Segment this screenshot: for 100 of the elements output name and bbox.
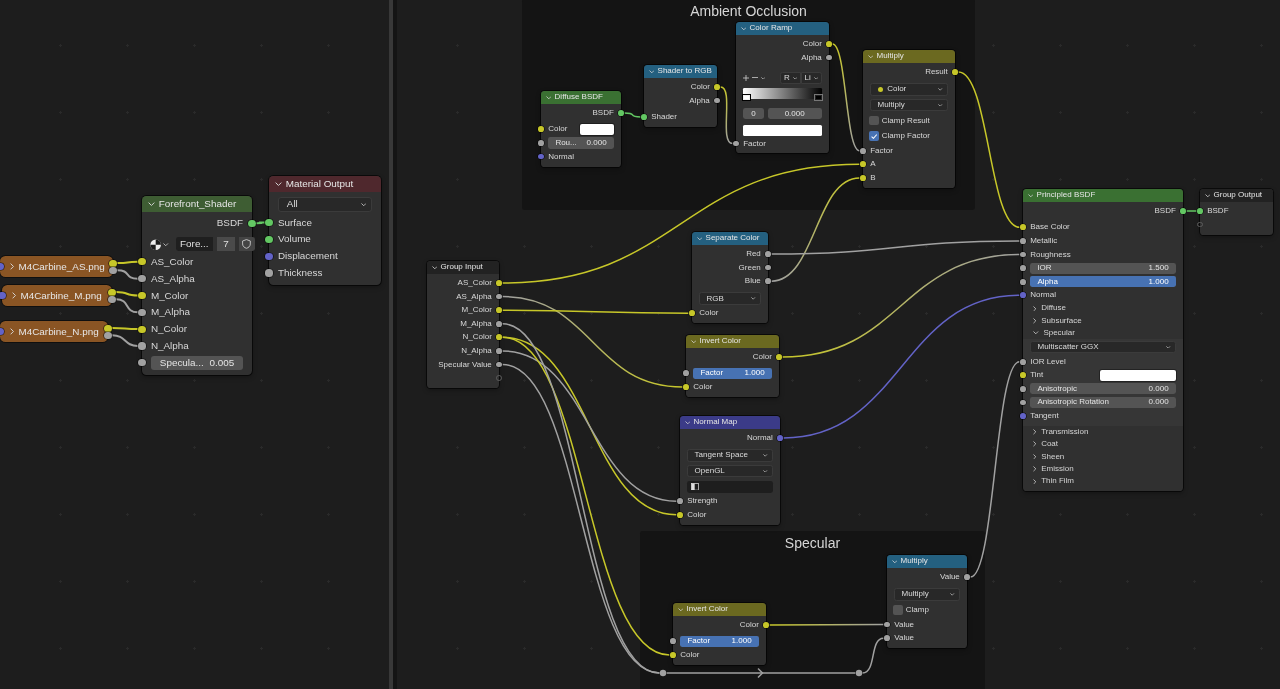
socket-icon[interactable] — [265, 269, 273, 277]
node-header[interactable]: Color Ramp — [736, 22, 829, 35]
socket-icon[interactable] — [714, 84, 720, 90]
color-swatch[interactable] — [743, 124, 822, 136]
chevron-icon[interactable] — [1204, 193, 1211, 198]
chevron-icon[interactable] — [431, 265, 438, 270]
socket-icon[interactable] — [964, 574, 970, 580]
socket-icon[interactable] — [1197, 208, 1203, 214]
dropdown[interactable]: OpenGL — [687, 464, 773, 478]
panel-toggle[interactable]: Transmission — [1030, 427, 1089, 436]
node-header[interactable]: Normal Map — [680, 416, 780, 429]
socket-icon[interactable] — [538, 140, 544, 146]
name-field[interactable]: Fore... — [175, 237, 214, 252]
slider-field[interactable]: Factor 1.000 — [680, 635, 759, 647]
number-field[interactable]: Specula... 0.005 — [150, 355, 244, 370]
socket-icon[interactable] — [138, 308, 146, 316]
socket-icon[interactable] — [138, 359, 146, 367]
checkbox[interactable] — [869, 131, 879, 141]
dropdown[interactable]: R — [780, 71, 801, 85]
node-header[interactable]: Multiply — [887, 555, 967, 568]
socket-icon[interactable] — [641, 114, 647, 120]
chevron-icon[interactable] — [684, 420, 691, 425]
color-swatch[interactable] — [579, 123, 614, 135]
dropdown[interactable]: Multiscatter GGX — [1030, 340, 1176, 354]
number-field[interactable]: 0.000 — [767, 107, 822, 120]
panel-toggle[interactable]: Thin Film — [1030, 477, 1075, 486]
node-link[interactable] — [116, 260, 139, 265]
socket-icon[interactable] — [138, 342, 146, 350]
dropdown[interactable]: RGB — [699, 292, 761, 305]
node-header[interactable]: Invert Color — [686, 335, 779, 348]
node-link[interactable] — [501, 295, 684, 388]
socket-icon[interactable] — [1020, 265, 1026, 271]
dropdown[interactable]: Multiply — [870, 98, 948, 112]
chevron-icon[interactable] — [9, 263, 15, 271]
node-header[interactable]: Forefront_Shader — [142, 196, 252, 212]
checkbox[interactable] — [893, 605, 903, 615]
dropdown[interactable]: Color — [870, 83, 948, 96]
node-header[interactable]: Multiply — [863, 50, 955, 63]
node-link[interactable] — [719, 86, 734, 145]
socket-icon[interactable] — [138, 325, 146, 333]
panel-toggle[interactable]: Sheen — [1030, 452, 1065, 461]
node-header[interactable]: Invert Color — [673, 603, 766, 616]
panel-toggle[interactable]: Subsurface — [1030, 316, 1082, 325]
socket-icon[interactable] — [1020, 238, 1026, 244]
socket-icon[interactable] — [670, 652, 676, 658]
chevron-icon[interactable] — [9, 328, 15, 336]
chevron-icon[interactable] — [274, 181, 282, 186]
number-field[interactable]: Anisotropic 0.000 — [1030, 383, 1176, 395]
socket-icon[interactable] — [776, 354, 782, 360]
node-link[interactable] — [861, 637, 885, 674]
socket-icon[interactable] — [733, 140, 739, 147]
socket-icon[interactable] — [860, 175, 866, 181]
reroute-dot-icon[interactable] — [659, 669, 667, 677]
node-header[interactable]: Group Input — [427, 261, 499, 274]
socket-icon[interactable] — [496, 280, 502, 286]
node-link[interactable] — [770, 240, 1021, 255]
socket-icon[interactable] — [765, 251, 771, 257]
socket-icon[interactable] — [683, 384, 689, 390]
slider-field[interactable]: Alpha 1.000 — [1030, 276, 1176, 288]
browse-button[interactable] — [149, 238, 169, 250]
node-link[interactable] — [115, 291, 139, 297]
dropdown[interactable]: Li — [800, 71, 822, 85]
node-link[interactable] — [770, 177, 861, 282]
node-link[interactable] — [768, 623, 885, 626]
node-link[interactable] — [111, 334, 139, 347]
panel-toggle[interactable]: Specular — [1030, 329, 1075, 338]
node-link[interactable] — [623, 112, 642, 118]
number-field[interactable]: 0 — [743, 107, 764, 120]
node-header[interactable]: Separate Color — [692, 232, 768, 245]
image-field[interactable] — [687, 480, 773, 493]
node-header[interactable]: Diffuse BSDF — [541, 91, 621, 104]
dropdown[interactable]: Multiply — [894, 588, 960, 601]
socket-icon[interactable] — [618, 110, 624, 116]
socket-icon[interactable] — [138, 258, 146, 266]
number-field[interactable]: IOR 1.500 — [1030, 262, 1176, 274]
node-link[interactable] — [781, 253, 1021, 358]
dropdown[interactable]: Tangent Space — [687, 449, 773, 462]
socket-icon[interactable] — [952, 69, 958, 75]
node-link[interactable] — [115, 298, 139, 314]
chevron-icon[interactable] — [147, 201, 155, 206]
node-link[interactable] — [1185, 210, 1198, 212]
node-link[interactable] — [969, 360, 1021, 578]
node-header[interactable]: Shader to RGB — [644, 65, 717, 78]
node-header[interactable]: Principled BSDF — [1023, 189, 1183, 202]
plus-icon[interactable] — [743, 74, 750, 81]
node-link[interactable] — [782, 294, 1021, 439]
slider-field[interactable]: Factor 1.000 — [693, 367, 772, 379]
node-link[interactable] — [501, 350, 678, 502]
node-link[interactable] — [957, 71, 1021, 229]
socket-icon[interactable] — [496, 348, 502, 354]
node-header[interactable]: Group Output — [1200, 189, 1273, 202]
socket-icon[interactable] — [826, 41, 832, 47]
chevron-icon[interactable] — [1033, 331, 1039, 335]
socket-icon[interactable] — [884, 635, 890, 641]
socket-icon[interactable] — [689, 310, 695, 316]
color-swatch[interactable] — [1100, 369, 1176, 381]
reroute-dot-icon[interactable] — [855, 669, 863, 677]
chevron-icon[interactable] — [11, 292, 17, 300]
dropdown[interactable]: All — [277, 196, 373, 213]
socket-icon[interactable] — [248, 219, 256, 227]
